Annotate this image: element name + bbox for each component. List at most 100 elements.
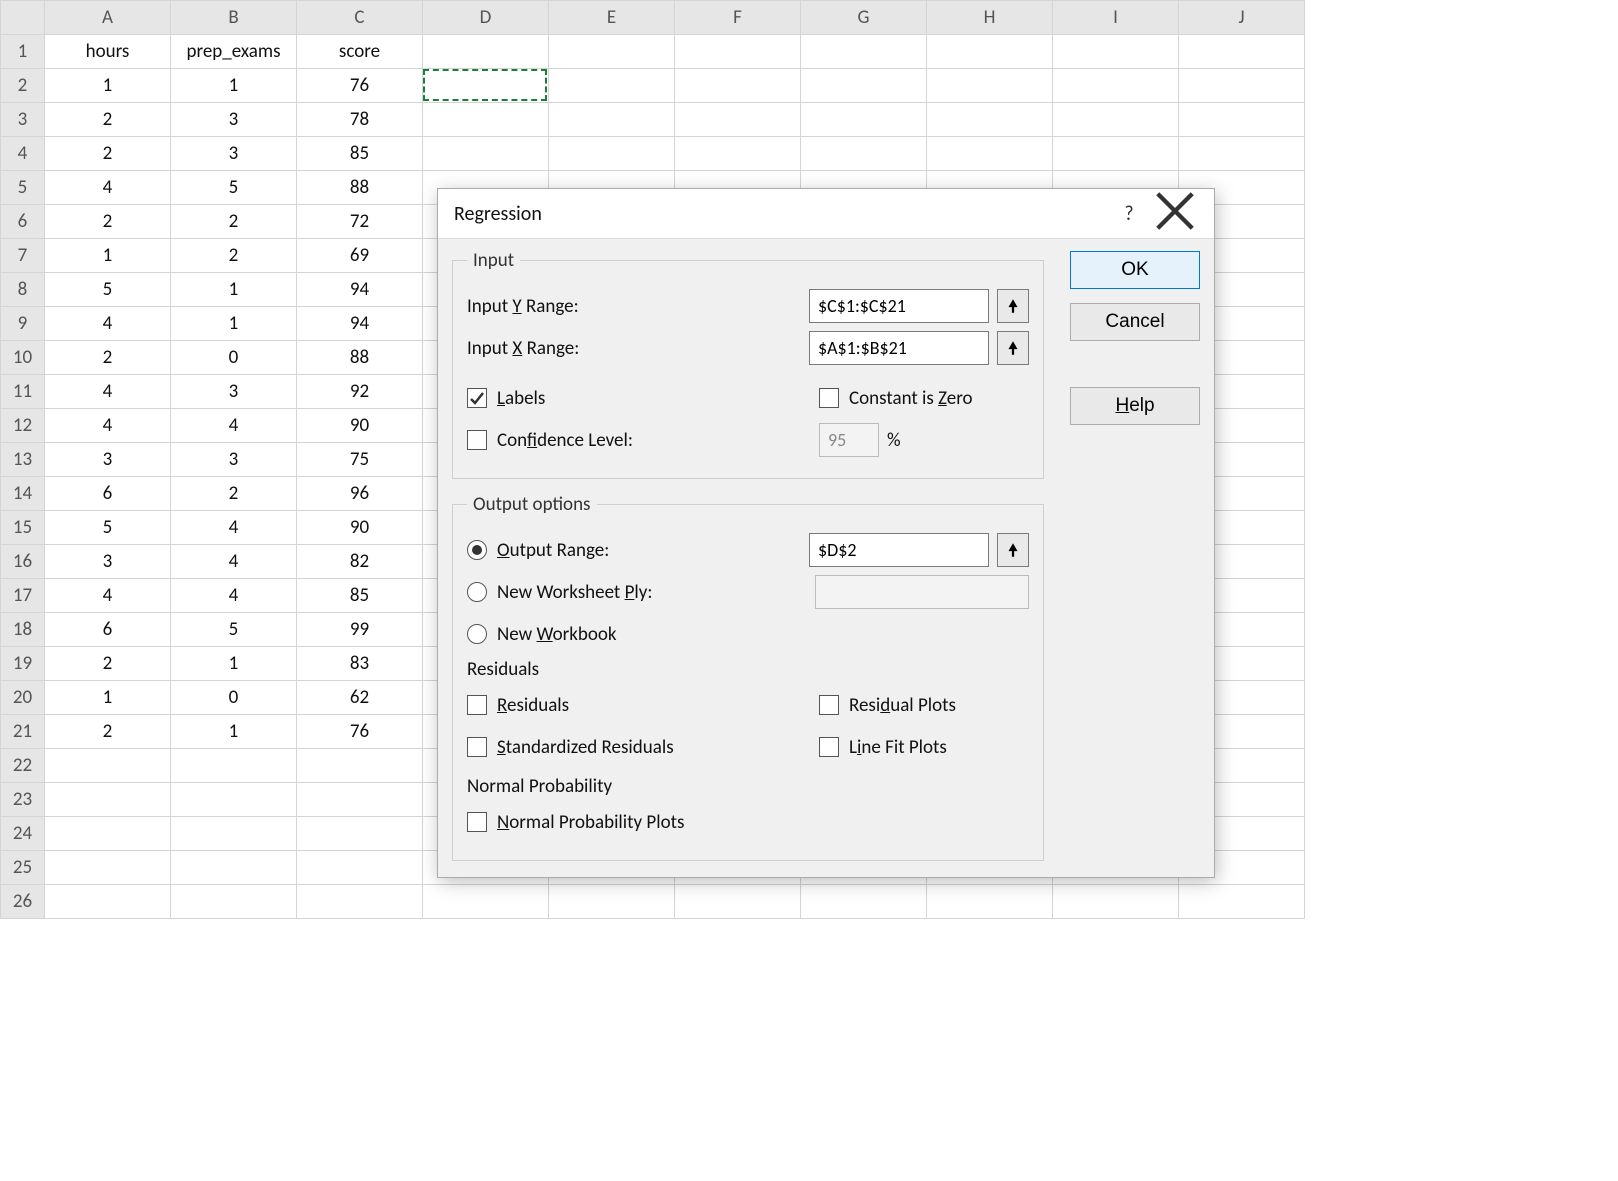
cell-C10[interactable]: 88 — [297, 341, 423, 375]
cell-A23[interactable] — [45, 783, 171, 817]
cell-D3[interactable] — [423, 103, 549, 137]
cell-B7[interactable]: 2 — [171, 239, 297, 273]
cell-H26[interactable] — [927, 885, 1053, 919]
cell-B5[interactable]: 5 — [171, 171, 297, 205]
cell-F4[interactable] — [675, 137, 801, 171]
cell-H2[interactable] — [927, 69, 1053, 103]
cell-C3[interactable]: 78 — [297, 103, 423, 137]
row-header-23[interactable]: 23 — [1, 783, 45, 817]
cell-I2[interactable] — [1053, 69, 1179, 103]
cell-C8[interactable]: 94 — [297, 273, 423, 307]
cell-I4[interactable] — [1053, 137, 1179, 171]
row-header-24[interactable]: 24 — [1, 817, 45, 851]
cell-J1[interactable] — [1179, 35, 1305, 69]
cell-I3[interactable] — [1053, 103, 1179, 137]
cell-A20[interactable]: 1 — [45, 681, 171, 715]
cell-C19[interactable]: 83 — [297, 647, 423, 681]
cell-A13[interactable]: 3 — [45, 443, 171, 477]
ok-button[interactable]: OK — [1070, 251, 1200, 289]
cell-C13[interactable]: 75 — [297, 443, 423, 477]
row-header-20[interactable]: 20 — [1, 681, 45, 715]
cell-C14[interactable]: 96 — [297, 477, 423, 511]
column-header-G[interactable]: G — [801, 1, 927, 35]
labels-checkbox[interactable]: Labels — [467, 387, 545, 410]
cell-G1[interactable] — [801, 35, 927, 69]
output-range-radio[interactable]: Output Range: — [467, 539, 609, 562]
cell-B2[interactable]: 1 — [171, 69, 297, 103]
cell-E3[interactable] — [549, 103, 675, 137]
cell-D4[interactable] — [423, 137, 549, 171]
cell-C20[interactable]: 62 — [297, 681, 423, 715]
cell-C22[interactable] — [297, 749, 423, 783]
standardized-residuals-checkbox[interactable]: Standardized Residuals — [467, 736, 674, 759]
row-header-10[interactable]: 10 — [1, 341, 45, 375]
row-header-25[interactable]: 25 — [1, 851, 45, 885]
cell-I1[interactable] — [1053, 35, 1179, 69]
input-y-range-field[interactable] — [809, 289, 989, 323]
constant-zero-checkbox[interactable]: Constant is Zero — [819, 387, 1029, 410]
output-range-field[interactable] — [809, 533, 989, 567]
cell-C1[interactable]: score — [297, 35, 423, 69]
cell-D2[interactable] — [423, 69, 549, 103]
row-header-12[interactable]: 12 — [1, 409, 45, 443]
cell-C2[interactable]: 76 — [297, 69, 423, 103]
column-header-F[interactable]: F — [675, 1, 801, 35]
cell-I26[interactable] — [1053, 885, 1179, 919]
cell-C17[interactable]: 85 — [297, 579, 423, 613]
select-all-corner[interactable] — [1, 1, 45, 35]
cell-F26[interactable] — [675, 885, 801, 919]
column-header-E[interactable]: E — [549, 1, 675, 35]
cell-D26[interactable] — [423, 885, 549, 919]
row-header-16[interactable]: 16 — [1, 545, 45, 579]
cell-A1[interactable]: hours — [45, 35, 171, 69]
cell-E1[interactable] — [549, 35, 675, 69]
cell-A3[interactable]: 2 — [45, 103, 171, 137]
cell-C16[interactable]: 82 — [297, 545, 423, 579]
cell-J26[interactable] — [1179, 885, 1305, 919]
cell-G4[interactable] — [801, 137, 927, 171]
cell-C6[interactable]: 72 — [297, 205, 423, 239]
cell-C11[interactable]: 92 — [297, 375, 423, 409]
cell-A18[interactable]: 6 — [45, 613, 171, 647]
cell-B22[interactable] — [171, 749, 297, 783]
cell-A4[interactable]: 2 — [45, 137, 171, 171]
collapse-dialog-icon[interactable] — [997, 289, 1029, 323]
cell-C24[interactable] — [297, 817, 423, 851]
cell-A10[interactable]: 2 — [45, 341, 171, 375]
cell-B14[interactable]: 2 — [171, 477, 297, 511]
row-header-1[interactable]: 1 — [1, 35, 45, 69]
cell-B6[interactable]: 2 — [171, 205, 297, 239]
cell-G26[interactable] — [801, 885, 927, 919]
cell-A21[interactable]: 2 — [45, 715, 171, 749]
cell-H4[interactable] — [927, 137, 1053, 171]
row-header-15[interactable]: 15 — [1, 511, 45, 545]
row-header-14[interactable]: 14 — [1, 477, 45, 511]
cell-B4[interactable]: 3 — [171, 137, 297, 171]
cell-A19[interactable]: 2 — [45, 647, 171, 681]
cell-A15[interactable]: 5 — [45, 511, 171, 545]
cell-A14[interactable]: 6 — [45, 477, 171, 511]
cell-A25[interactable] — [45, 851, 171, 885]
cell-C12[interactable]: 90 — [297, 409, 423, 443]
row-header-19[interactable]: 19 — [1, 647, 45, 681]
help-icon[interactable]: ? — [1106, 202, 1152, 226]
cell-A17[interactable]: 4 — [45, 579, 171, 613]
cell-B13[interactable]: 3 — [171, 443, 297, 477]
cell-B18[interactable]: 5 — [171, 613, 297, 647]
row-header-21[interactable]: 21 — [1, 715, 45, 749]
cell-C15[interactable]: 90 — [297, 511, 423, 545]
cell-A6[interactable]: 2 — [45, 205, 171, 239]
cell-A12[interactable]: 4 — [45, 409, 171, 443]
cell-E2[interactable] — [549, 69, 675, 103]
cell-C23[interactable] — [297, 783, 423, 817]
cancel-button[interactable]: Cancel — [1070, 303, 1200, 341]
row-header-4[interactable]: 4 — [1, 137, 45, 171]
cell-C7[interactable]: 69 — [297, 239, 423, 273]
row-header-8[interactable]: 8 — [1, 273, 45, 307]
cell-G3[interactable] — [801, 103, 927, 137]
cell-B26[interactable] — [171, 885, 297, 919]
cell-A2[interactable]: 1 — [45, 69, 171, 103]
cell-B15[interactable]: 4 — [171, 511, 297, 545]
cell-B23[interactable] — [171, 783, 297, 817]
cell-A5[interactable]: 4 — [45, 171, 171, 205]
